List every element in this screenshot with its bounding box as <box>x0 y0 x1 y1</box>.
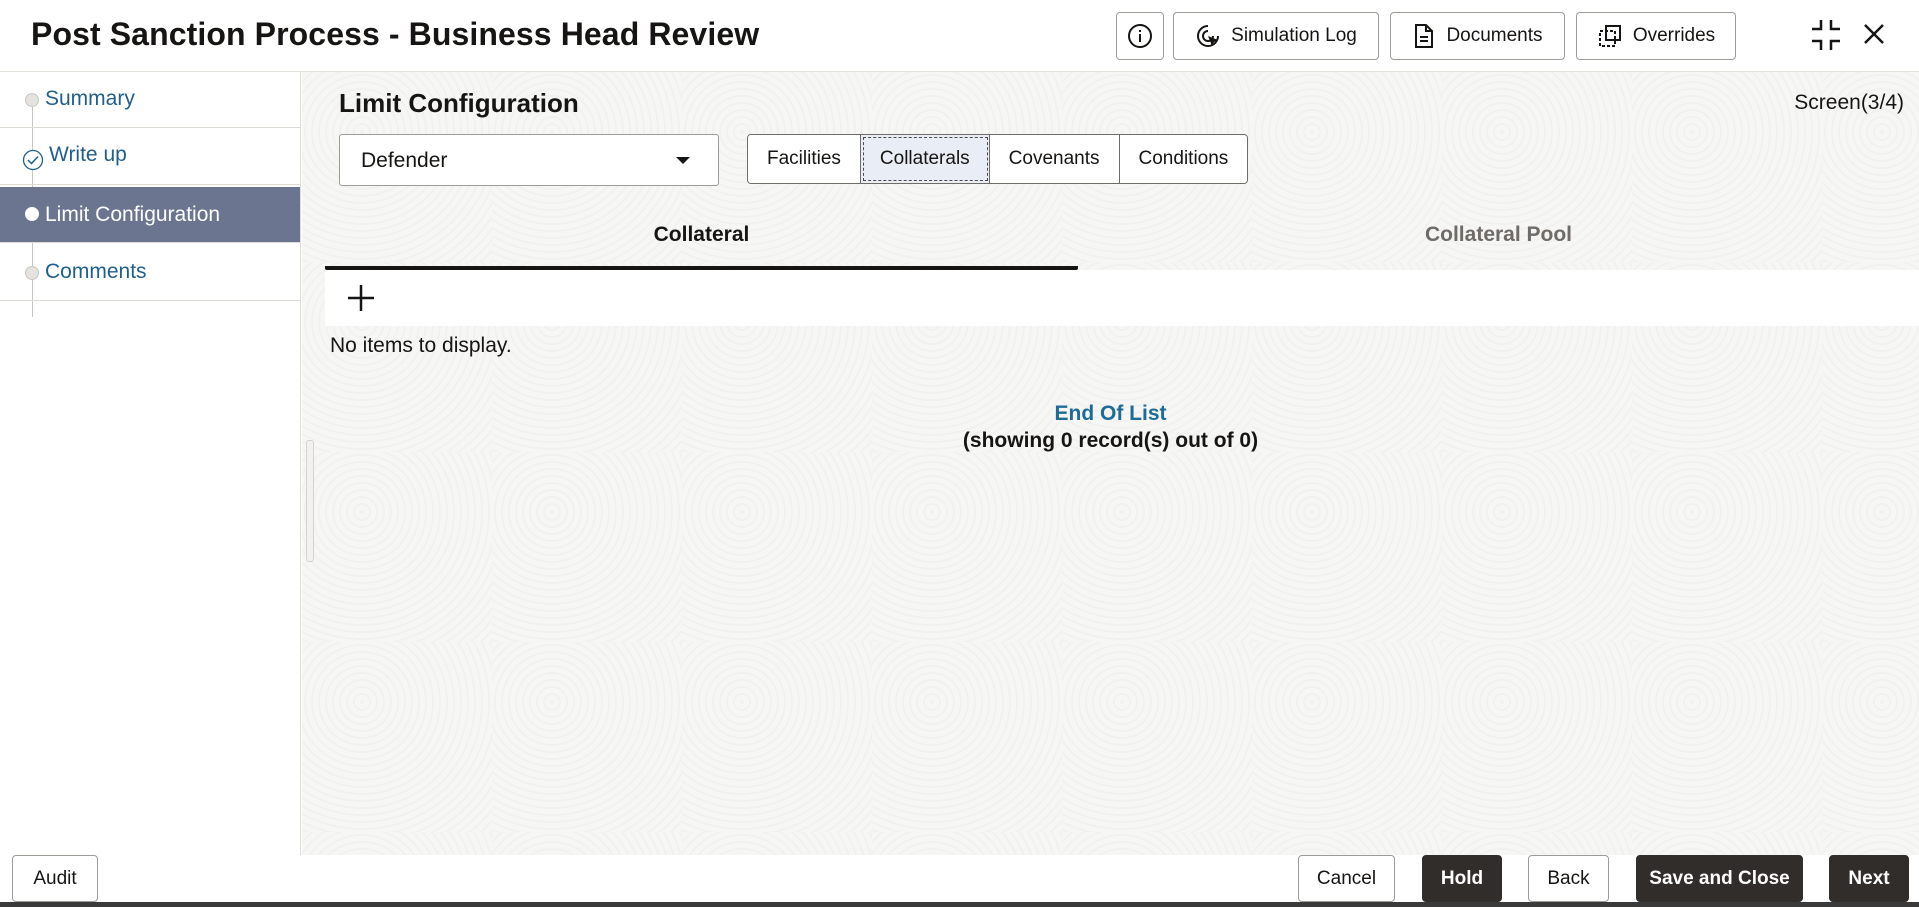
step-dot <box>25 207 39 221</box>
step-dot <box>25 266 39 280</box>
end-of-list-label: End Of List <box>1054 402 1167 425</box>
end-of-list: End Of List (showing 0 record(s) out of … <box>302 402 1919 453</box>
footer-divider <box>0 902 1919 907</box>
tab-facilities[interactable]: Facilities <box>748 135 861 183</box>
save-and-close-button[interactable]: Save and Close <box>1636 855 1803 902</box>
document-icon <box>1415 24 1434 48</box>
sidebar: Summary Write up Limit Configuration Com… <box>0 72 301 855</box>
cancel-button[interactable]: Cancel <box>1298 855 1395 902</box>
simulation-log-label: Simulation Log <box>1231 25 1357 46</box>
collateral-subtabs: Collateral Collateral Pool <box>325 212 1919 270</box>
overrides-icon <box>1598 25 1621 47</box>
header-bar: Post Sanction Process - Business Head Re… <box>0 0 1919 72</box>
documents-label: Documents <box>1446 25 1543 46</box>
hold-button[interactable]: Hold <box>1422 855 1502 902</box>
section-title: Limit Configuration <box>339 88 579 118</box>
simulation-icon <box>1197 25 1220 47</box>
main-content: Limit Configuration Screen(3/4) Defender… <box>302 72 1919 855</box>
sidebar-item-label: Comments <box>45 260 147 283</box>
screen-counter: Screen(3/4) <box>1794 91 1904 114</box>
record-count: (showing 0 record(s) out of 0) <box>962 429 1259 452</box>
limit-type-segmented-control: Facilities Collaterals Covenants Conditi… <box>747 134 1249 184</box>
sidebar-item-label: Summary <box>45 87 135 110</box>
empty-state-message: No items to display. <box>330 334 512 357</box>
audit-button[interactable]: Audit <box>12 855 98 902</box>
customer-select[interactable]: Defender <box>339 134 719 186</box>
tab-collateral[interactable]: Collateral <box>325 212 1078 270</box>
sidebar-item-label: Limit Configuration <box>45 203 221 226</box>
next-button[interactable]: Next <box>1829 855 1909 902</box>
step-dot <box>25 93 39 107</box>
chevron-down-icon <box>676 157 690 164</box>
footer-bar: Audit Cancel Hold Back Save and Close Ne… <box>0 855 1919 907</box>
page-title: Post Sanction Process - Business Head Re… <box>31 16 760 52</box>
sidebar-item-label: Write up <box>49 143 127 166</box>
minimize-icon[interactable] <box>1810 18 1842 52</box>
tab-covenants[interactable]: Covenants <box>989 135 1120 183</box>
overrides-button[interactable]: Overrides <box>1576 12 1736 60</box>
customer-select-value: Defender <box>361 149 448 172</box>
documents-button[interactable]: Documents <box>1390 12 1565 60</box>
scrollbar-handle[interactable] <box>306 440 314 562</box>
add-icon[interactable] <box>345 282 377 314</box>
back-button[interactable]: Back <box>1528 855 1609 902</box>
sidebar-item-summary[interactable]: Summary <box>0 72 300 128</box>
close-icon[interactable] <box>1862 22 1886 46</box>
tab-conditions[interactable]: Conditions <box>1119 135 1248 183</box>
info-button[interactable] <box>1116 12 1164 60</box>
check-circle-icon <box>22 149 44 171</box>
simulation-log-button[interactable]: Simulation Log <box>1173 12 1379 60</box>
overrides-label: Overrides <box>1632 25 1716 46</box>
sidebar-item-limit-configuration[interactable]: Limit Configuration <box>0 187 300 243</box>
tab-collateral-pool[interactable]: Collateral Pool <box>1078 212 1919 270</box>
tab-collaterals[interactable]: Collaterals <box>860 135 990 183</box>
sidebar-item-comments[interactable]: Comments <box>0 245 300 301</box>
info-icon <box>1128 24 1152 48</box>
list-toolbar <box>325 270 1919 326</box>
sidebar-item-write-up[interactable]: Write up <box>0 129 300 185</box>
